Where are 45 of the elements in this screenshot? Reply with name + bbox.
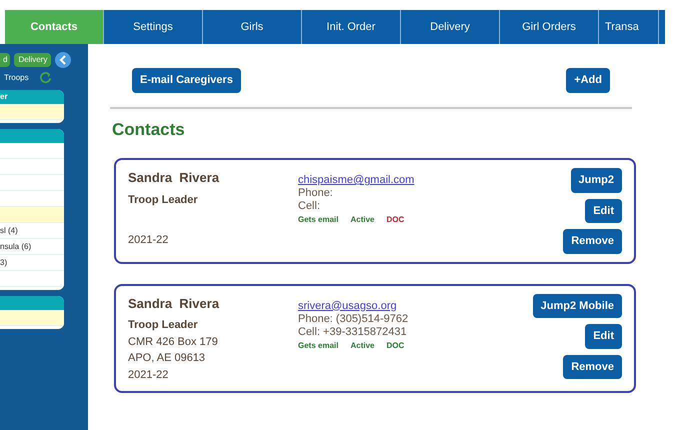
cell-text: Cell: +39-3315872431: [298, 326, 408, 338]
panel-row[interactable]: [0, 207, 64, 223]
address-line: APO, AE 09613: [128, 351, 206, 366]
status-tag: Gets email: [298, 338, 338, 352]
contact-name: Sandra Rivera: [128, 169, 220, 187]
status-tag: Gets email: [298, 213, 338, 226]
remove-button[interactable]: Remove: [563, 354, 622, 379]
school-year: 2021-22: [128, 233, 170, 248]
nav-tab[interactable]: Settings: [104, 10, 203, 44]
nav-tab[interactable]: Girl Orders: [500, 10, 599, 44]
status-tag: Active: [350, 338, 374, 352]
edit-button[interactable]: Edit: [585, 324, 622, 348]
panel-row[interactable]: [0, 310, 64, 326]
refresh-icon[interactable]: [38, 71, 52, 84]
troops-label: Troops: [4, 72, 29, 84]
chevron-left-icon: [59, 55, 68, 65]
panel-header: [0, 296, 64, 310]
jump-button[interactable]: Jump2: [570, 168, 622, 192]
contact-name: Sandra Rivera: [128, 294, 220, 312]
jump-button[interactable]: Jump2 Mobile: [532, 294, 622, 318]
collapse-button[interactable]: [55, 52, 72, 68]
cell-text: Cell:: [298, 200, 322, 213]
add-button[interactable]: +Add: [566, 68, 610, 92]
contact-role: Troop Leader: [128, 318, 199, 333]
panel-row[interactable]: [0, 104, 64, 120]
edit-button[interactable]: Edit: [585, 198, 622, 223]
status-tag: DOC: [386, 338, 404, 352]
phone-text: Phone:: [298, 187, 334, 200]
email-link[interactable]: srivera@usagso.org: [298, 300, 397, 312]
nav-tab[interactable]: Delivery: [401, 10, 500, 44]
status-tag: Active: [350, 213, 374, 226]
school-year: 2021-22: [128, 368, 170, 382]
remove-button[interactable]: Remove: [563, 229, 622, 254]
nav-tab[interactable]: Init. Order: [302, 10, 401, 44]
email-link[interactable]: chispaisme@gmail.com: [298, 174, 414, 187]
panel-header: [0, 129, 64, 143]
address-line: CMR 426 Box 179: [128, 334, 219, 350]
panel-header: er: [0, 90, 64, 104]
contact-role: Troop Leader: [128, 192, 199, 208]
nav-tab[interactable]: Girls: [203, 10, 302, 44]
status-tag: DOC: [386, 213, 404, 226]
page-heading: Contacts: [112, 118, 186, 140]
nav-tab[interactable]: Transa: [599, 10, 659, 44]
phone-text: Phone: (305)514-9762: [298, 312, 410, 326]
email-caregivers-button[interactable]: E-mail Caregivers: [132, 68, 241, 92]
